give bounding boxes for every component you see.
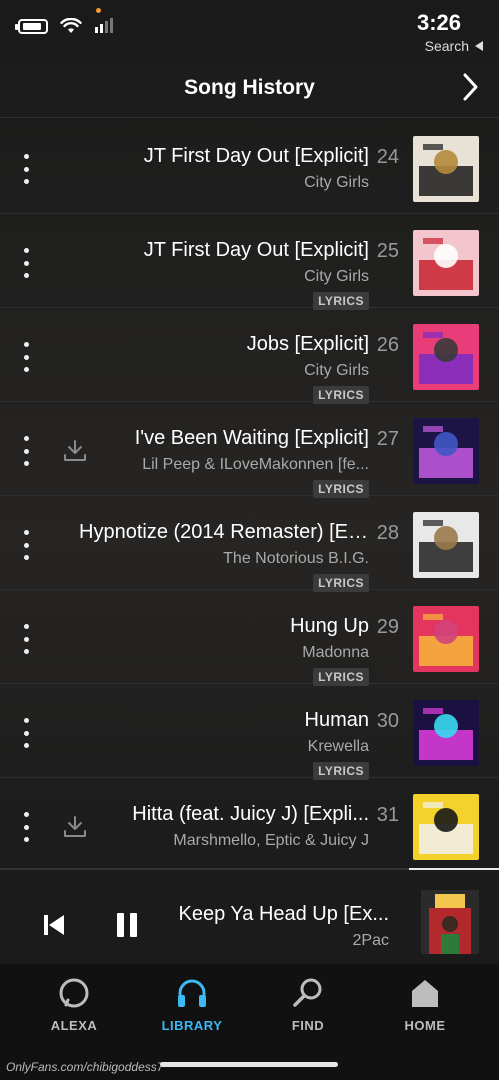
song-title: I've Been Waiting [Explicit] <box>134 427 369 449</box>
song-artist: City Girls <box>304 174 369 191</box>
more-options-icon[interactable] <box>20 436 32 466</box>
track-number: 31 <box>376 804 399 826</box>
track-number: 30 <box>376 710 399 732</box>
download-icon[interactable] <box>62 814 88 840</box>
back-triangle-icon <box>475 41 483 51</box>
song-artist: City Girls <box>304 362 369 379</box>
song-artist: The Notorious B.I.G. <box>223 550 369 567</box>
page-header: Song History <box>0 60 499 118</box>
battery-icon <box>15 18 48 34</box>
song-row[interactable]: 27 I've Been Waiting [Explicit] Lil Peep… <box>0 402 499 498</box>
song-title: Hypnotize (2014 Remaster) [Ex... <box>79 521 369 543</box>
more-options-icon[interactable] <box>20 154 32 184</box>
song-info: Hypnotize (2014 Remaster) [Ex... The Not… <box>79 520 369 592</box>
album-art <box>413 606 479 672</box>
app-screen: 3:26 Search Song History 24 JT First Day… <box>0 0 499 1080</box>
song-artist: City Girls <box>304 268 369 285</box>
album-art <box>413 230 479 296</box>
page-title: Song History <box>184 76 315 99</box>
tab-home[interactable]: HOME <box>375 976 475 1033</box>
song-artist: Madonna <box>302 644 369 661</box>
tab-library[interactable]: LIBRARY <box>142 976 242 1033</box>
back-to-search-label: Search <box>424 38 469 54</box>
search-icon <box>293 978 322 1007</box>
wifi-icon <box>60 18 82 33</box>
song-info: I've Been Waiting [Explicit] Lil Peep & … <box>79 426 369 498</box>
pause-icon[interactable] <box>116 912 138 938</box>
tab-find-label: FIND <box>291 1018 325 1033</box>
chevron-back-icon[interactable] <box>457 72 483 102</box>
song-title: Hitta (feat. Juicy J) [Expli... <box>132 803 369 825</box>
tab-alexa[interactable]: ALEXA <box>24 976 124 1033</box>
song-row[interactable]: 25 JT First Day Out [Explicit] City Girl… <box>0 214 499 310</box>
status-icons <box>15 18 114 34</box>
now-playing-artist: 2Pac <box>352 932 389 949</box>
song-info: Human Krewella LYRICS <box>79 708 369 780</box>
song-row[interactable]: 30 Human Krewella LYRICS <box>0 684 499 780</box>
album-art <box>413 136 479 202</box>
more-options-icon[interactable] <box>20 530 32 560</box>
song-row[interactable]: 29 Hung Up Madonna LYRICS <box>0 590 499 686</box>
download-icon[interactable] <box>62 438 88 464</box>
album-art <box>413 324 479 390</box>
song-row[interactable]: 31 Hitta (feat. Juicy J) [Expli... Marsh… <box>0 778 499 868</box>
album-art <box>413 794 479 860</box>
status-bar: 3:26 Search <box>0 0 499 60</box>
song-info: Hung Up Madonna LYRICS <box>79 614 369 686</box>
more-options-icon[interactable] <box>20 624 32 654</box>
track-number: 25 <box>376 240 399 262</box>
status-time: 3:26 <box>416 10 461 35</box>
alexa-icon <box>59 978 89 1008</box>
tab-alexa-label: ALEXA <box>50 1018 98 1033</box>
song-history-list[interactable]: 24 JT First Day Out [Explicit] City Girl… <box>0 120 499 868</box>
song-title: Human <box>304 709 369 731</box>
song-row[interactable]: 26 Jobs [Explicit] City Girls LYRICS <box>0 308 499 404</box>
headphones-icon <box>178 979 206 1007</box>
song-artist: Lil Peep & ILoveMakonnen [fe... <box>142 456 369 473</box>
signal-icon <box>95 18 113 33</box>
song-info: JT First Day Out [Explicit] City Girls <box>79 144 369 192</box>
now-playing-title: Keep Ya Head Up [Ex... <box>178 903 390 925</box>
more-options-icon[interactable] <box>20 718 32 748</box>
album-art <box>413 700 479 766</box>
album-art <box>413 418 479 484</box>
song-artist: Marshmello, Eptic & Juicy J <box>173 832 369 849</box>
song-title: JT First Day Out [Explicit] <box>143 145 369 167</box>
song-row[interactable]: 24 JT First Day Out [Explicit] City Girl… <box>0 120 499 214</box>
track-number: 26 <box>376 334 399 356</box>
more-options-icon[interactable] <box>20 342 32 372</box>
song-title: JT First Day Out [Explicit] <box>143 239 369 261</box>
home-indicator[interactable] <box>160 1062 338 1067</box>
playback-progress-bar <box>409 868 499 870</box>
home-icon <box>412 980 438 1007</box>
tab-find[interactable]: FIND <box>258 976 358 1033</box>
watermark-text: OnlyFans.com/chibigoddess7 <box>6 1060 164 1074</box>
song-info: Jobs [Explicit] City Girls LYRICS <box>79 332 369 404</box>
more-options-icon[interactable] <box>20 812 32 842</box>
now-playing-album-art <box>421 890 479 954</box>
song-title: Hung Up <box>290 615 369 637</box>
album-art <box>413 512 479 578</box>
song-artist: Krewella <box>307 738 369 755</box>
back-to-search-link[interactable]: Search <box>425 38 483 54</box>
song-row[interactable]: 28 Hypnotize (2014 Remaster) [Ex... The … <box>0 496 499 592</box>
tab-library-label: LIBRARY <box>161 1018 223 1033</box>
tab-home-label: HOME <box>404 1018 446 1033</box>
song-info: JT First Day Out [Explicit] City Girls L… <box>79 238 369 310</box>
now-playing-bar[interactable]: Keep Ya Head Up [Ex... 2Pac <box>0 868 499 964</box>
track-number: 27 <box>376 428 399 450</box>
more-options-icon[interactable] <box>20 248 32 278</box>
track-number: 28 <box>376 522 399 544</box>
privacy-indicator-dot <box>96 8 101 13</box>
song-info: Hitta (feat. Juicy J) [Expli... Marshmel… <box>79 802 369 850</box>
song-title: Jobs [Explicit] <box>246 333 369 355</box>
previous-track-icon[interactable] <box>42 913 66 937</box>
track-number: 24 <box>376 146 399 168</box>
track-number: 29 <box>376 616 399 638</box>
